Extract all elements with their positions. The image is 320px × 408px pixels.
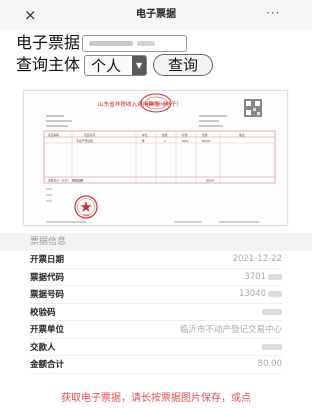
svg-text:项目名称: 项目名称 <box>84 133 95 137</box>
masked-value <box>268 291 282 297</box>
subject-select[interactable]: 个人 ▼ <box>84 54 148 76</box>
query-button[interactable]: 查询 <box>153 54 214 76</box>
finance-seal-icon: 财政部门监制章 <box>140 93 172 113</box>
issuer-seal-icon: 专用章 <box>74 195 98 219</box>
svg-text:80.00: 80.00 <box>202 139 210 143</box>
masked-value <box>262 343 282 350</box>
masked-value <box>268 273 282 280</box>
info-row-issue-date: 开票日期 2021-12-22 <box>30 251 282 269</box>
svg-text:项目编码: 项目编码 <box>48 133 59 137</box>
info-value: 2021-12-22 <box>232 254 282 265</box>
svg-text:不动产登记费: 不动产登记费 <box>76 139 93 143</box>
receipt-footer-lines <box>46 221 259 223</box>
info-row-check-code: 校验码 <box>30 304 282 321</box>
info-value-wrap: 13040 <box>239 289 282 300</box>
remarks-lines <box>46 188 52 202</box>
items-table: 项目编码 项目名称 单位 数量 标准 金额 备注 不动产登记费 件 1 80.0… <box>43 130 276 184</box>
svg-text:标准: 标准 <box>182 133 188 137</box>
receipt-info-list: 开票日期 2021-12-22 票据代码 3701 票据号码 13040 校验码… <box>30 251 282 374</box>
svg-text:单位: 单位 <box>142 133 148 137</box>
info-row-receipt-number: 票据号码 13040 <box>30 286 282 304</box>
info-label: 金额合计 <box>30 360 65 371</box>
svg-text:金额合计（大写）: 金额合计（大写） <box>48 179 70 183</box>
masked-value <box>89 40 134 46</box>
qr-code-icon <box>244 99 262 117</box>
masked-value <box>137 40 156 46</box>
subject-select-value: 个人 <box>91 56 122 75</box>
info-label: 校验码 <box>30 307 56 318</box>
info-value: 80.00 <box>257 359 282 370</box>
svg-text:80.0: 80.0 <box>182 139 188 143</box>
svg-text:备注: 备注 <box>239 133 245 137</box>
info-label: 票据号码 <box>30 290 65 301</box>
receipt-row: 电子票据 <box>16 32 188 54</box>
svg-text:专用章: 专用章 <box>83 213 90 217</box>
info-value: 13040 <box>238 289 266 299</box>
more-options-icon[interactable]: ··· <box>266 4 280 22</box>
info-label: 票据代码 <box>30 272 65 283</box>
receipt-image[interactable]: 山东省非税收入通用票据（电子） 财政部门监制章 项目编码 项目名称 单位 数量 … <box>23 90 288 226</box>
info-label: 交款人 <box>30 342 56 353</box>
svg-text:财政部门监制章: 财政部门监制章 <box>145 101 166 106</box>
subject-row: 查询主体 个人 ▼ 查询 <box>16 52 214 78</box>
payer-info-lines <box>46 115 227 127</box>
info-row-total-amount: 金额合计 80.00 <box>30 356 282 374</box>
svg-text:1: 1 <box>164 139 166 143</box>
masked-value <box>262 308 282 315</box>
chevron-down-icon[interactable]: ▼ <box>132 55 147 75</box>
receipt-label: 电子票据 <box>16 33 81 52</box>
svg-text:件: 件 <box>142 139 145 143</box>
receipt-number-input[interactable] <box>82 34 188 52</box>
svg-text:80.00: 80.00 <box>206 179 214 183</box>
top-nav-bar: × 电子票据 ··· <box>0 0 312 30</box>
svg-text:数量: 数量 <box>162 133 168 137</box>
save-hint-text: 获取电子票据，请长按票据图片保存，或点 <box>61 393 251 404</box>
info-row-issuer: 开票单位 临沂市不动产登记交易中心 <box>30 321 282 339</box>
info-value: 临沂市不动产登记交易中心 <box>179 325 282 336</box>
info-value: 3701 <box>244 271 266 282</box>
info-label: 开票单位 <box>30 325 65 336</box>
info-label: 开票日期 <box>30 255 65 266</box>
svg-text:捌拾圆整: 捌拾圆整 <box>72 179 83 183</box>
info-row-receipt-code: 票据代码 3701 <box>30 269 282 286</box>
receipt-info-section-title: 票据信息 <box>0 233 312 251</box>
svg-text:金额: 金额 <box>202 133 208 137</box>
subject-label: 查询主体 <box>16 55 81 74</box>
info-row-payer: 交款人 <box>30 339 282 356</box>
info-value-wrap: 3701 <box>244 272 282 283</box>
